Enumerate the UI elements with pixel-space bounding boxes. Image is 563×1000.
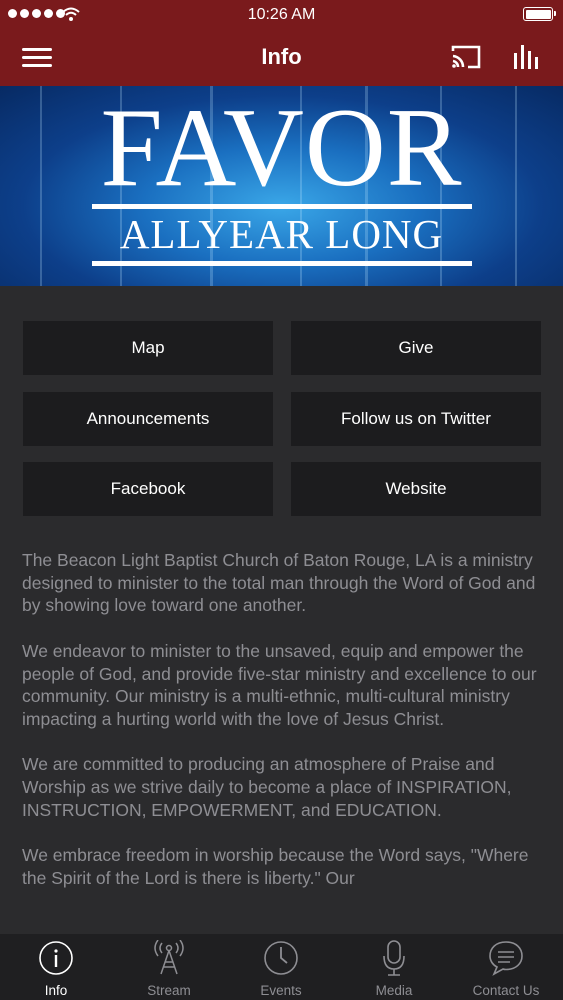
tab-contact-us[interactable]: Contact Us (450, 934, 562, 1000)
give-button[interactable]: Give (291, 321, 541, 375)
app-bar: Info (0, 30, 563, 86)
battery-icon (523, 7, 556, 21)
tab-info[interactable]: Info (0, 934, 112, 1000)
banner-subtitle: ALLYEAR LONG (119, 211, 444, 257)
tab-stream[interactable]: Stream (113, 934, 225, 1000)
tab-label: Events (260, 983, 302, 998)
tab-label: Stream (147, 983, 191, 998)
description-paragraph: We embrace freedom in worship because th… (22, 845, 529, 888)
facebook-button[interactable]: Facebook (23, 462, 273, 516)
equalizer-icon[interactable] (512, 43, 540, 71)
twitter-button[interactable]: Follow us on Twitter (291, 392, 541, 446)
website-button[interactable]: Website (291, 462, 541, 516)
announcements-button[interactable]: Announcements (23, 392, 273, 446)
tab-label: Info (44, 983, 68, 998)
banner-rule-bottom (92, 261, 472, 266)
description-paragraph: We are committed to producing an atmosph… (22, 754, 512, 820)
tab-bar: Info Stream Events Media Contact Us (0, 934, 563, 1000)
banner-rule-top (92, 204, 472, 209)
banner-image: FAVOR ALLYEAR LONG (0, 86, 563, 286)
status-time: 10:26 AM (247, 6, 316, 23)
status-bar: 10:26 AM (0, 0, 563, 30)
tab-label: Media (375, 983, 413, 998)
church-description: The Beacon Light Baptist Church of Baton… (22, 549, 542, 912)
description-paragraph: The Beacon Light Baptist Church of Baton… (22, 550, 536, 616)
tab-media[interactable]: Media (338, 934, 450, 1000)
chat-icon (489, 941, 523, 976)
clock-icon (264, 941, 298, 975)
info-icon (39, 941, 73, 975)
microphone-icon (383, 940, 405, 976)
map-button[interactable]: Map (23, 321, 273, 375)
banner-title: FAVOR (100, 86, 463, 210)
antenna-icon (154, 940, 184, 975)
cast-icon[interactable] (450, 43, 482, 71)
description-paragraph: We endeavor to minister to the unsaved, … (22, 640, 537, 729)
tab-events[interactable]: Events (225, 934, 337, 1000)
tab-label: Contact Us (472, 983, 540, 998)
